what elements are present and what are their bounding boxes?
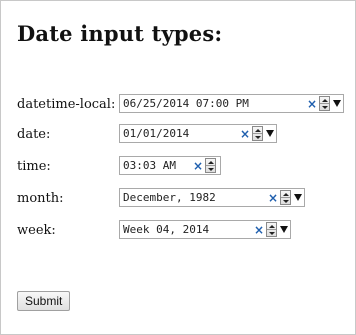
time-input[interactable]: 03:03 AM × [119, 156, 221, 175]
week-label: week: [17, 223, 56, 238]
spin-down-arrow-icon[interactable] [320, 104, 329, 110]
dropdown-arrow-icon[interactable] [279, 222, 288, 237]
spin-down-arrow-icon[interactable] [206, 166, 215, 172]
spin-up-arrow-icon[interactable] [253, 127, 262, 134]
spinner-icon[interactable] [252, 126, 263, 141]
clear-icon[interactable]: × [307, 98, 317, 110]
spinner-icon[interactable] [319, 96, 330, 111]
spin-up-arrow-icon[interactable] [206, 159, 215, 166]
spin-down-arrow-icon[interactable] [281, 198, 290, 204]
month-value[interactable]: December, 1982 [123, 191, 268, 204]
clear-icon[interactable]: × [193, 160, 203, 172]
dropdown-arrow-icon[interactable] [265, 126, 274, 141]
datetime-local-input[interactable]: 06/25/2014 07:00 PM × [119, 94, 344, 113]
spin-down-arrow-icon[interactable] [253, 134, 262, 140]
spin-up-arrow-icon[interactable] [281, 191, 290, 198]
month-input[interactable]: December, 1982 × [119, 188, 305, 207]
clear-icon[interactable]: × [268, 192, 278, 204]
date-value[interactable]: 01/01/2014 [123, 127, 240, 140]
date-input[interactable]: 01/01/2014 × [119, 124, 277, 143]
page-title: Date input types: [17, 21, 223, 46]
dropdown-arrow-icon[interactable] [293, 190, 302, 205]
clear-icon[interactable]: × [254, 224, 264, 236]
datetime-local-label: datetime-local: [17, 97, 116, 112]
datetime-local-value[interactable]: 06/25/2014 07:00 PM [123, 97, 307, 110]
date-label: date: [17, 127, 51, 142]
spin-up-arrow-icon[interactable] [267, 223, 276, 230]
spin-up-arrow-icon[interactable] [320, 97, 329, 104]
month-label: month: [17, 191, 64, 206]
page-frame: Date input types: datetime-local: 06/25/… [0, 0, 356, 335]
spinner-icon[interactable] [280, 190, 291, 205]
dropdown-arrow-icon[interactable] [332, 96, 341, 111]
spin-down-arrow-icon[interactable] [267, 230, 276, 236]
clear-icon[interactable]: × [240, 128, 250, 140]
spinner-icon[interactable] [266, 222, 277, 237]
spinner-icon[interactable] [205, 158, 216, 173]
time-label: time: [17, 159, 51, 174]
submit-button[interactable]: Submit [17, 291, 71, 311]
time-value[interactable]: 03:03 AM [123, 159, 193, 172]
week-value[interactable]: Week 04, 2014 [123, 223, 254, 236]
week-input[interactable]: Week 04, 2014 × [119, 220, 291, 239]
